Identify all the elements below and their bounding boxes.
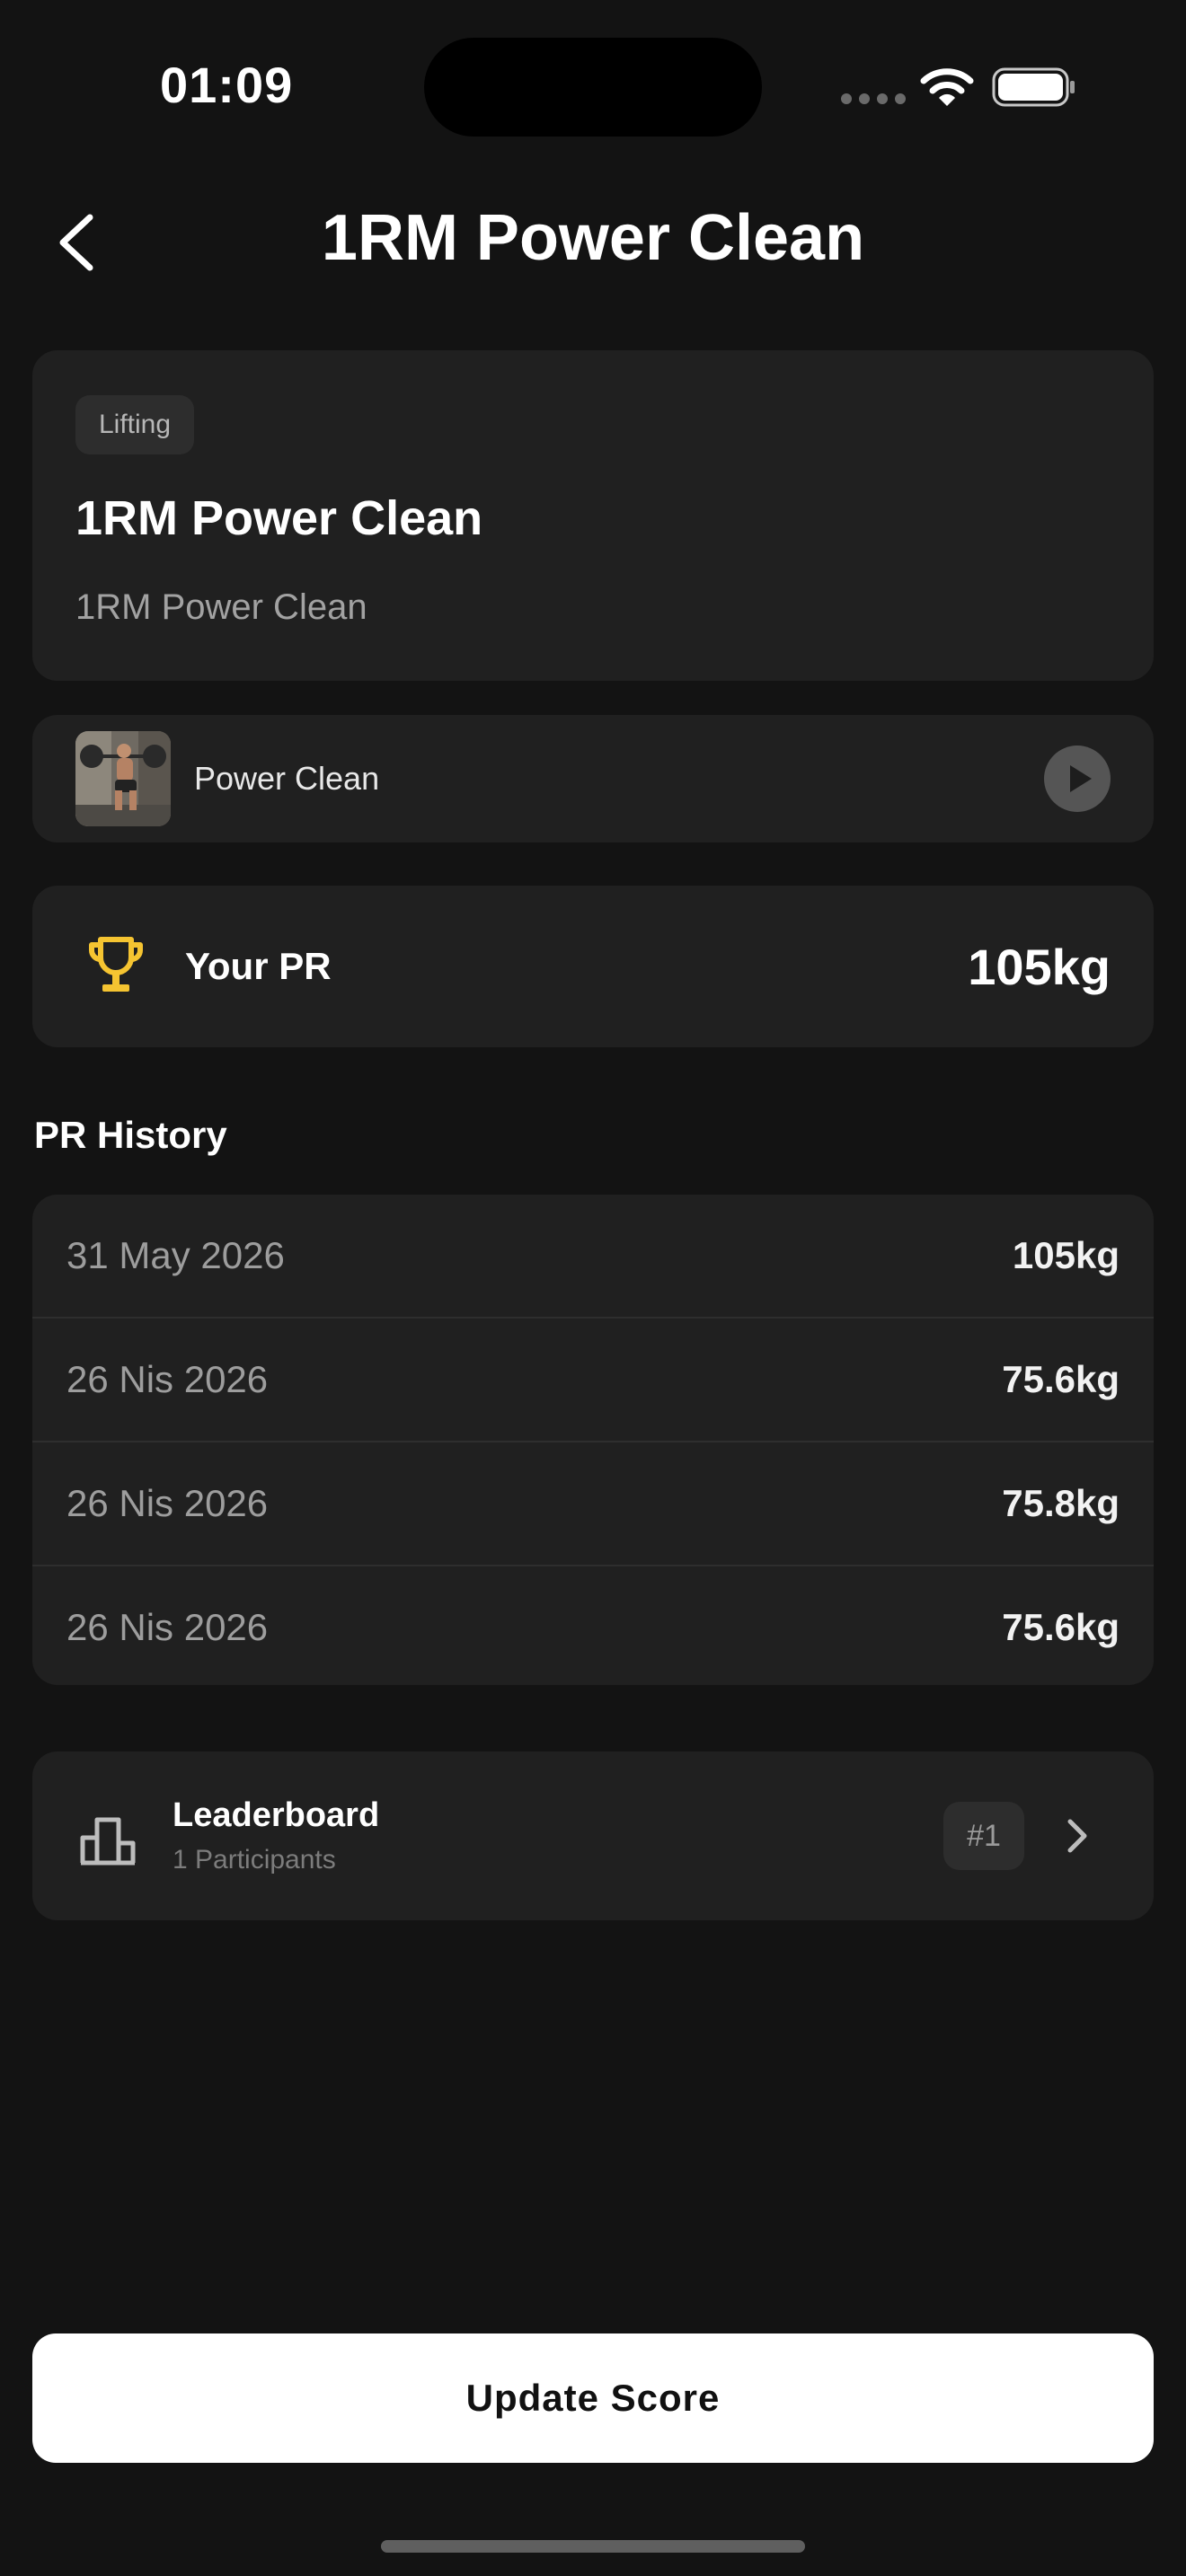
leaderboard-row[interactable]: Leaderboard 1 Participants #1 [32,1751,1154,1920]
category-tag: Lifting [75,395,195,454]
play-icon[interactable] [1044,745,1111,812]
pr-value: 105kg [968,939,1111,995]
history-value: 75.6kg [1002,1606,1120,1648]
workout-description: 1RM Power Clean [75,587,367,627]
leaderboard-title: Leaderboard [173,1796,380,1834]
wifi-icon [920,68,974,106]
pr-label: Your PR [185,945,332,987]
history-row: 26 Nis 2026 75.6kg [32,1319,1154,1442]
movement-video-row[interactable]: Power Clean [32,715,1154,842]
movement-label: Power Clean [194,760,380,797]
pr-history-list: 31 May 2026 105kg 26 Nis 2026 75.6kg 26 … [32,1195,1154,1685]
dynamic-island [424,38,762,137]
history-value: 105kg [1012,1234,1120,1276]
history-value: 75.6kg [1002,1358,1120,1400]
podium-icon [80,1817,136,1866]
history-row: 26 Nis 2026 75.8kg [32,1442,1154,1566]
pr-history-title: PR History [34,1114,227,1156]
workout-card: Lifting 1RM Power Clean 1RM Power Clean [32,350,1154,681]
signal-icon [841,93,906,104]
leaderboard-participants: 1 Participants [173,1845,336,1875]
battery-icon [992,67,1075,107]
page-title: 1RM Power Clean [321,202,865,274]
history-row: 26 Nis 2026 75.6kg [32,1566,1154,1685]
home-indicator [381,2540,805,2553]
movement-thumbnail [75,731,171,826]
personal-record-card: Your PR 105kg [32,886,1154,1047]
history-value: 75.8kg [1002,1482,1120,1524]
update-score-button[interactable]: Update Score [32,2333,1154,2463]
history-date: 26 Nis 2026 [66,1482,269,1524]
status-time: 01:09 [160,57,294,113]
history-date: 26 Nis 2026 [66,1358,269,1400]
trophy-icon [89,937,143,992]
chevron-right-icon [1067,1819,1087,1853]
workout-title: 1RM Power Clean [75,491,483,545]
history-date: 31 May 2026 [66,1234,285,1276]
history-row: 31 May 2026 105kg [32,1195,1154,1319]
history-date: 26 Nis 2026 [66,1606,269,1648]
rank-badge: #1 [943,1802,1024,1870]
